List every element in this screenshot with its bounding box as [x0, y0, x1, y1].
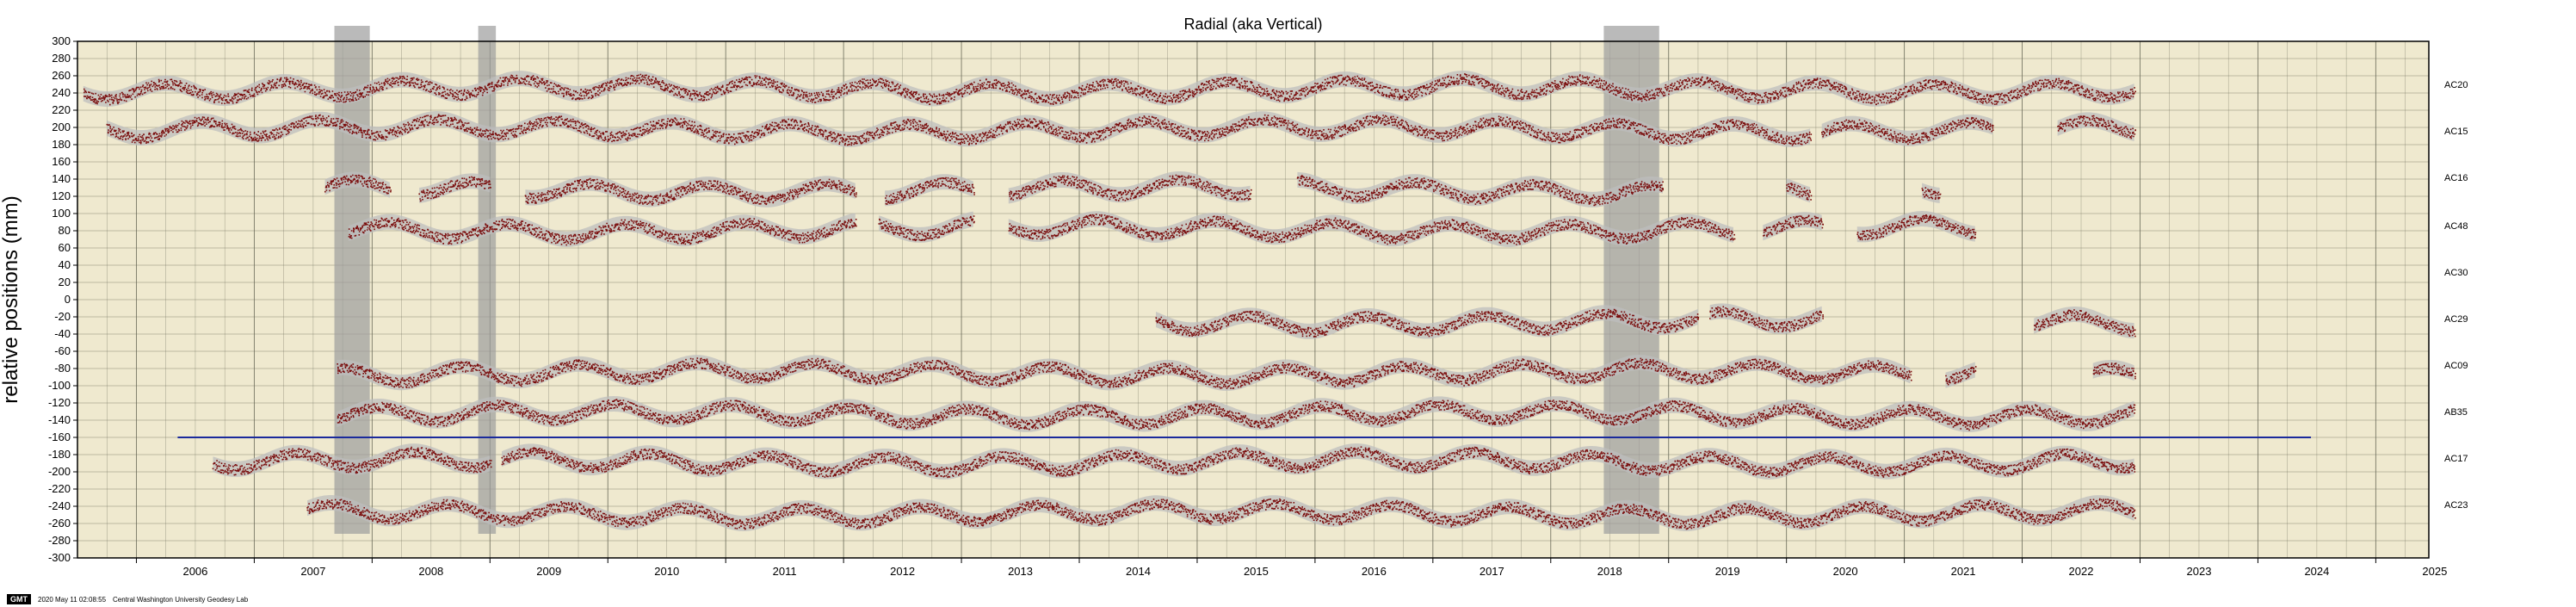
station-label-ac30: AC30	[2444, 268, 2468, 278]
x-tick-label: 2015	[1244, 565, 1269, 578]
y-tick-label: 0	[65, 293, 71, 306]
y-tick-label: -40	[54, 327, 71, 340]
x-axis-ticks: 2006 2007 2008 2009 2010 2011 2012 2013 2014 2015…	[135, 558, 2447, 578]
y-tick-label: -200	[48, 465, 71, 478]
y-tick-label: 160	[52, 155, 71, 168]
y-tick-label: -260	[48, 517, 71, 530]
y-tick-label: -180	[48, 448, 71, 461]
station-label-ac16: AC16	[2444, 173, 2468, 183]
gmt-logo: GMT	[7, 594, 31, 604]
station-label-ab35: AB35	[2444, 407, 2468, 418]
x-tick-label: 2008	[418, 565, 443, 578]
y-tick-label: -60	[54, 344, 71, 357]
station-label-ac48: AC48	[2444, 221, 2468, 232]
x-tick-label: 2013	[1008, 565, 1033, 578]
station-label-ac20: AC20	[2444, 80, 2468, 90]
x-tick-label: 2006	[182, 565, 207, 578]
y-tick-label: -280	[48, 534, 71, 547]
x-tick-label: 2017	[1480, 565, 1504, 578]
y-tick-label: 200	[52, 121, 71, 133]
x-tick-label: 2012	[890, 565, 915, 578]
x-tick-label: 2007	[300, 565, 325, 578]
chart-title: Radial (aka Vertical)	[1183, 15, 1322, 33]
y-tick-label: 100	[52, 207, 71, 220]
y-axis-ticks: -300-280-260-240-220-200-180-160-140-120…	[48, 34, 77, 564]
x-tick-label: 2025	[2422, 565, 2447, 578]
x-tick-label: 2022	[2069, 565, 2094, 578]
y-tick-label: -220	[48, 482, 71, 495]
y-tick-label: 260	[52, 69, 71, 82]
y-tick-label: -300	[48, 551, 71, 564]
y-tick-label: 120	[52, 189, 71, 202]
station-label-ac09: AC09	[2444, 361, 2468, 371]
y-tick-label: 220	[52, 103, 71, 116]
footer-timestamp: 2020 May 11 02:08:55	[38, 595, 107, 604]
radial-chart: -300-280-260-240-220-200-180-160-140-120…	[0, 15, 2468, 578]
y-tick-label: 300	[52, 34, 71, 47]
y-tick-label: 40	[59, 258, 71, 271]
y-axis-label: relative positions (mm)	[0, 195, 22, 403]
y-tick-label: -120	[48, 396, 71, 409]
station-label-ac15: AC15	[2444, 127, 2468, 137]
station-label-ac23: AC23	[2444, 500, 2468, 511]
y-tick-label: 280	[52, 52, 71, 65]
station-labels: AC20 AC15 AC16 AC48 AC30 AC29 AC09 AB35 AC17 AC23	[2444, 80, 2468, 511]
y-tick-label: -20	[54, 310, 71, 323]
x-tick-label: 2010	[654, 565, 679, 578]
x-tick-label: 2021	[1951, 565, 1976, 578]
x-tick-label: 2014	[1126, 565, 1151, 578]
y-tick-label: -160	[48, 430, 71, 443]
x-tick-label: 2016	[1362, 565, 1387, 578]
y-tick-label: 240	[52, 86, 71, 99]
x-tick-label: 2018	[1597, 565, 1622, 578]
y-tick-label: -240	[48, 499, 71, 512]
y-tick-label: 180	[52, 138, 71, 151]
footer-credit: Central Washington University Geodesy La…	[113, 595, 249, 604]
y-tick-label: -140	[48, 413, 71, 426]
y-tick-label: 80	[59, 224, 71, 237]
x-tick-label: 2020	[1833, 565, 1858, 578]
y-tick-label: 60	[59, 241, 71, 254]
x-tick-label: 2011	[773, 565, 797, 578]
x-tick-label: 2009	[536, 565, 561, 578]
y-tick-label: 20	[59, 276, 71, 288]
station-label-ac29: AC29	[2444, 314, 2468, 325]
x-tick-label: 2019	[1715, 565, 1740, 578]
y-tick-label: -80	[54, 362, 71, 375]
y-tick-label: -100	[48, 379, 71, 392]
x-tick-label: 2024	[2304, 565, 2329, 578]
y-tick-label: 140	[52, 172, 71, 185]
footer: GMT 2020 May 11 02:08:55 Central Washing…	[7, 594, 248, 604]
station-label-ac17: AC17	[2444, 454, 2468, 464]
x-tick-label: 2023	[2187, 565, 2212, 578]
